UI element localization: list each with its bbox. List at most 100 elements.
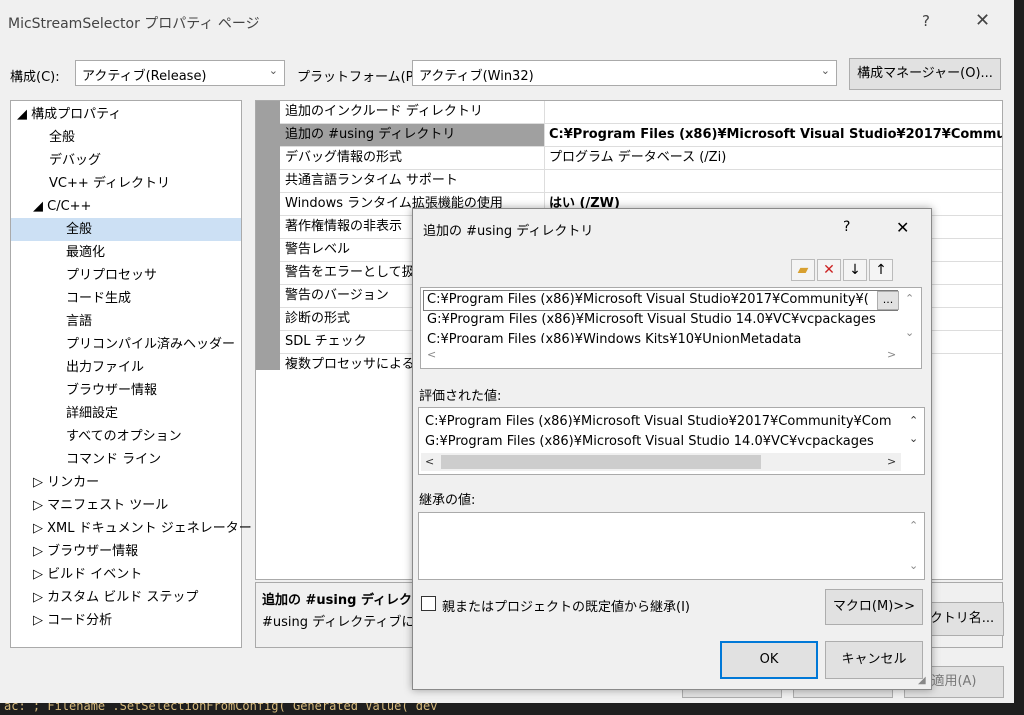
grid-row-selected[interactable]: 追加の #using ディレクトリ C:¥Program Files (x86)¥… (256, 124, 1003, 147)
dialog-close-button[interactable]: ✕ (896, 218, 909, 237)
browse-button[interactable]: ... (877, 291, 899, 310)
tree-item-output-files[interactable]: 出力ファイル (66, 356, 144, 379)
row-stripe (256, 285, 280, 308)
background-editor-strip: ac: ; Filename .SetSelectionFromConfig( … (0, 703, 1024, 715)
tree-item-custom-build-step[interactable]: ▷ カスタム ビルド ステップ (33, 586, 198, 609)
tree-item-label: ▷ リンカー (33, 475, 100, 490)
tree-item-all-options[interactable]: すべてのオプション (66, 425, 182, 448)
directory-entry[interactable]: C:¥Program Files (x86)¥Microsoft Visual … (427, 289, 874, 310)
dialog-help-button[interactable]: ? (843, 219, 850, 235)
scroll-left-icon[interactable]: < (427, 348, 436, 361)
scrollbar-thumb[interactable] (441, 455, 761, 469)
tree-item-optimization[interactable]: 最適化 (66, 241, 105, 264)
macro-button[interactable]: マクロ(M)>> (825, 589, 923, 625)
cancel-button[interactable]: キャンセル (825, 641, 923, 679)
ok-button[interactable]: OK (720, 641, 818, 679)
evaluated-entry: G:¥Program Files (x86)¥Microsoft Visual … (425, 434, 874, 449)
tree-item-label: ▷ ブラウザー情報 (33, 544, 139, 559)
tree-item-cpp-general[interactable]: 全般 (11, 218, 241, 241)
tree-item-label: プリコンパイル済みヘッダー (66, 337, 236, 352)
grid-row[interactable]: 追加のインクルード ディレクトリ (256, 101, 1002, 124)
property-tree[interactable]: ◢ 構成プロパティ 全般 デバッグ VC++ ディレクトリ ◢ C/C++ 全般… (10, 100, 252, 648)
scroll-down-icon[interactable]: ⌄ (905, 326, 914, 339)
help-button[interactable]: ? (922, 12, 930, 30)
tree-item-command-line[interactable]: コマンド ライン (66, 448, 161, 471)
tree-item-linker[interactable]: ▷ リンカー (33, 471, 99, 494)
inherit-checkbox-label: 親またはプロジェクトの既定値から継承(I) (442, 600, 690, 615)
move-up-icon[interactable]: ↑ (869, 259, 893, 281)
tree-item-manifest-tool[interactable]: ▷ マニフェスト ツール (33, 494, 168, 517)
property-name: 共通言語ランタイム サポート (280, 170, 545, 192)
dir-name-button[interactable]: クトリ名... (920, 602, 1004, 636)
delete-icon[interactable]: ✕ (817, 259, 841, 281)
tree-item-label: ▷ ビルド イベント (33, 567, 143, 582)
tree-item-language[interactable]: 言語 (66, 310, 92, 333)
tree-item-browse-info[interactable]: ブラウザー情報 (66, 379, 157, 402)
window-title: MicStreamSelector プロパティ ページ (8, 16, 260, 32)
tree-item-code-analysis[interactable]: ▷ コード分析 (33, 609, 112, 632)
property-value: プログラム データベース (/Zi) (549, 150, 727, 165)
inherit-checkbox[interactable] (421, 596, 436, 611)
scroll-right-icon[interactable]: > (887, 455, 896, 468)
grid-row[interactable]: 共通言語ランタイム サポート (256, 170, 1002, 193)
tree-item-cpp[interactable]: ◢ C/C++ (33, 195, 91, 218)
move-down-icon[interactable]: ↓ (843, 259, 867, 281)
scroll-right-icon[interactable]: > (887, 348, 896, 361)
property-value (546, 101, 549, 123)
tree-item-build-events[interactable]: ▷ ビルド イベント (33, 563, 142, 586)
macro-button-label: マクロ(M)>> (832, 599, 916, 614)
tree-item-code-generation[interactable]: コード生成 (66, 287, 131, 310)
tree-item-label: 言語 (66, 314, 93, 329)
close-button[interactable]: ✕ (975, 10, 990, 31)
property-value (546, 170, 549, 192)
scroll-up-icon[interactable]: ⌃ (909, 519, 918, 532)
new-folder-icon[interactable]: ▰ (791, 259, 815, 281)
scroll-up-icon[interactable]: ⌃ (905, 292, 914, 305)
scroll-down-icon[interactable]: ⌄ (909, 559, 918, 572)
scroll-left-icon[interactable]: < (425, 455, 434, 468)
row-stripe (256, 262, 280, 285)
tree-item-general[interactable]: 全般 (49, 126, 75, 149)
tree-item-label: コマンド ライン (66, 452, 162, 467)
row-stripe (256, 216, 280, 239)
resize-grip-icon[interactable]: ◢ (918, 675, 926, 686)
horizontal-scrollbar[interactable]: < > (421, 453, 901, 471)
platform-combo[interactable]: アクティブ(Win32) ⌄ (412, 60, 837, 86)
tree-item-label: すべてのオプション (66, 429, 182, 444)
config-label: 構成(C): (10, 70, 60, 85)
tree-item-browse-info-top[interactable]: ▷ ブラウザー情報 (33, 540, 138, 563)
tree-item-label: プリプロセッサ (66, 268, 158, 283)
row-stripe (256, 170, 280, 193)
property-value: C:¥Program Files (x86)¥Microsoft Visual … (549, 127, 1003, 142)
apply-label: 適用(A) (931, 674, 977, 689)
tree-item-label: ▷ カスタム ビルド ステップ (33, 590, 199, 605)
property-name: デバッグ情報の形式 (280, 147, 545, 169)
tree-item-preprocessor[interactable]: プリプロセッサ (66, 264, 157, 287)
tree-item-xml-doc-generator[interactable]: ▷ XML ドキュメント ジェネレーター (33, 517, 252, 540)
ok-button-label: OK (759, 652, 779, 667)
chevron-down-icon: ⌄ (820, 64, 830, 77)
tree-item-label: ▷ コード分析 (33, 613, 113, 628)
dir-name-label: クトリ名... (929, 611, 995, 626)
config-manager-button[interactable]: 構成マネージャー(O)... (849, 58, 1001, 90)
directory-entry[interactable]: C:¥Program Files (x86)¥Windows Kits¥10¥U… (427, 329, 801, 343)
tree-item-label: ◢ C/C++ (33, 199, 92, 214)
tree-item-precompiled-headers[interactable]: プリコンパイル済みヘッダー (66, 333, 235, 356)
browse-ellipsis: ... (882, 293, 894, 306)
tree-item-label: ブラウザー情報 (66, 383, 158, 398)
tree-item-label: 詳細設定 (66, 406, 119, 421)
tree-item-debug[interactable]: デバッグ (49, 149, 101, 172)
background-right-strip (1014, 0, 1024, 703)
tree-item-label: 全般 (66, 222, 93, 237)
directory-list[interactable]: C:¥Program Files (x86)¥Microsoft Visual … (420, 287, 922, 369)
property-name: 追加の #using ディレクトリ (280, 124, 545, 146)
scroll-down-icon[interactable]: ⌄ (909, 432, 918, 445)
tree-item-config-props[interactable]: ◢ 構成プロパティ (17, 103, 121, 126)
scroll-up-icon[interactable]: ⌃ (909, 414, 918, 427)
tree-item-advanced[interactable]: 詳細設定 (66, 402, 118, 425)
config-combo[interactable]: アクティブ(Release) ⌄ (75, 60, 285, 86)
tree-item-vc-directories[interactable]: VC++ ディレクトリ (49, 172, 170, 195)
directory-entry[interactable]: G:¥Program Files (x86)¥Microsoft Visual … (427, 309, 876, 330)
grid-row[interactable]: デバッグ情報の形式 プログラム データベース (/Zi) (256, 147, 1002, 170)
tree-item-label: ▷ マニフェスト ツール (33, 498, 169, 513)
